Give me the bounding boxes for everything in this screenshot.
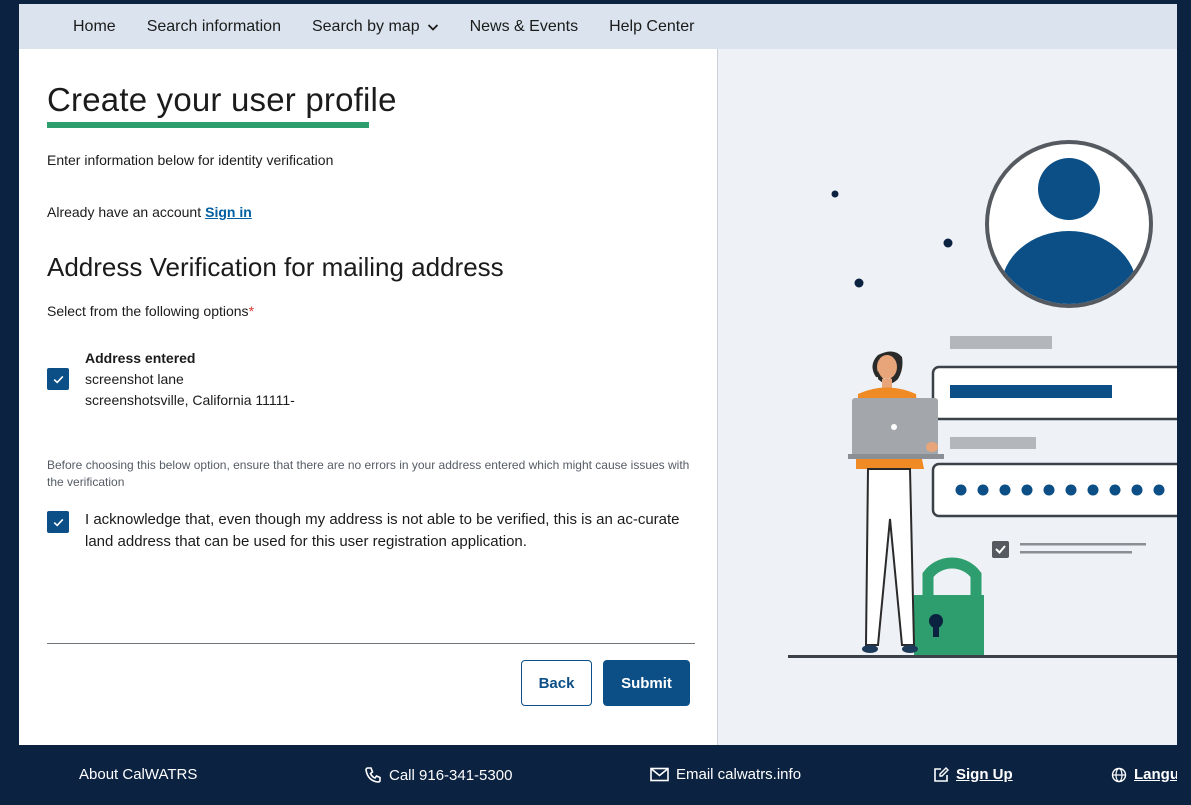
phone-icon (365, 767, 381, 783)
ground-line (788, 655, 1177, 658)
sign-in-link[interactable]: Sign in (205, 204, 252, 220)
intro-text: Enter information below for identity ver… (47, 152, 334, 168)
footer: About CalWATRS Call 916-341-5300 Email c… (19, 745, 1177, 805)
footer-about-link[interactable]: About CalWATRS (79, 766, 197, 783)
check-icon (53, 375, 63, 384)
footer-signup[interactable]: Sign Up (933, 766, 1013, 783)
nav-search-by-map[interactable]: Search by map (312, 18, 439, 36)
submit-button[interactable]: Submit (603, 660, 690, 706)
nav-news-events-label: News & Events (469, 17, 579, 35)
address-entered-checkbox[interactable] (47, 368, 69, 390)
address-entered-title: Address entered (85, 350, 196, 366)
select-options-label: Select from the following options* (47, 303, 254, 319)
select-options-label-text: Select from the following options (47, 303, 249, 319)
nav-news-events[interactable]: News & Events (470, 18, 578, 36)
account-prompt: Already have an account Sign in (47, 204, 252, 220)
check-icon (53, 518, 63, 527)
edit-icon (934, 766, 949, 782)
nav-home[interactable]: Home (73, 18, 116, 36)
mail-icon (650, 767, 669, 782)
footer-language-label: Langu (1134, 766, 1177, 783)
nav-help-center[interactable]: Help Center (609, 18, 694, 36)
form-divider (47, 643, 695, 644)
required-asterisk: * (248, 303, 255, 319)
top-nav: Home Search information Search by map Ne… (19, 4, 1177, 49)
footer-language[interactable]: Langu (1111, 766, 1177, 783)
profile-illustration (717, 49, 1177, 745)
footer-signup-label: Sign Up (956, 766, 1013, 783)
address-entered-option: Address entered screenshot lane screensh… (85, 348, 295, 411)
acknowledge-checkbox[interactable] (47, 511, 69, 533)
footer-email[interactable]: Email calwatrs.info (650, 766, 801, 783)
acknowledge-text: I acknowledge that, even though my addre… (85, 511, 680, 550)
page-title: Create your user profile (47, 81, 397, 118)
verification-note: Before choosing this below option, ensur… (47, 458, 690, 489)
section-title: Address Verification for mailing address (47, 252, 504, 282)
page-frame: Home Search information Search by map Ne… (19, 4, 1177, 805)
footer-call-label: Call 916-341-5300 (389, 766, 513, 784)
account-prompt-text: Already have an account (47, 204, 202, 220)
login-form-graphic (931, 336, 1177, 558)
decor-dot (854, 278, 864, 288)
profile-form: Create your user profile Enter informati… (19, 49, 717, 745)
nav-search-information-label: Search information (146, 17, 281, 35)
globe-icon (1111, 767, 1127, 782)
illustration-graphic (788, 140, 1177, 658)
title-underline (47, 122, 369, 128)
decor-dot (831, 190, 839, 198)
address-line-1: screenshot lane (85, 371, 184, 387)
nav-help-center-label: Help Center (609, 17, 695, 35)
nav-search-information[interactable]: Search information (147, 18, 281, 36)
chevron-down-icon (427, 23, 438, 31)
nav-home-label: Home (73, 17, 116, 35)
address-line-2: screenshotsville, California 11111- (85, 392, 295, 408)
footer-call[interactable]: Call 916-341-5300 (364, 766, 512, 784)
nav-search-by-map-label: Search by map (311, 17, 420, 35)
back-button[interactable]: Back (521, 660, 592, 706)
user-avatar-icon (985, 140, 1153, 308)
decor-dot (943, 238, 953, 248)
padlock-icon (914, 557, 984, 657)
footer-email-label: Email calwatrs.info (676, 766, 802, 783)
